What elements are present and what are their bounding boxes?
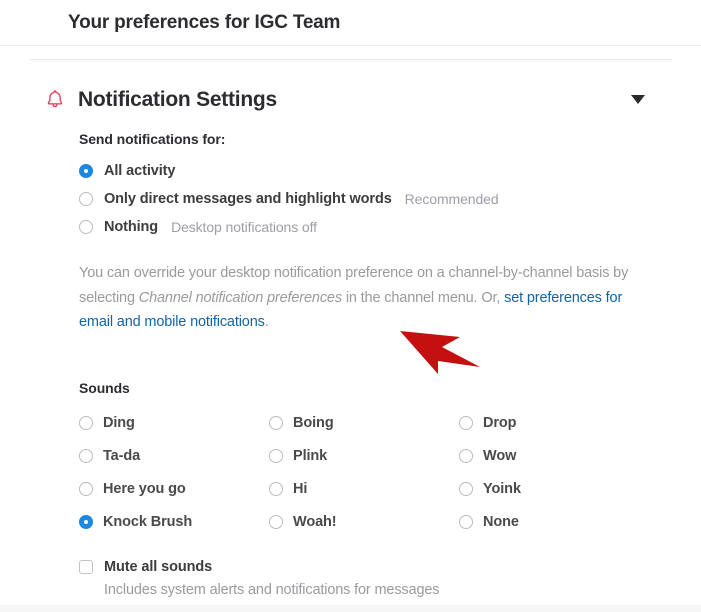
radio-indicator-ta-da[interactable] xyxy=(79,448,93,463)
radio-option-all-activity[interactable]: All activity xyxy=(79,157,681,185)
sound-option-none[interactable]: None xyxy=(459,505,649,538)
radio-indicator-drop[interactable] xyxy=(459,415,473,430)
sound-option-drop[interactable]: Drop xyxy=(459,406,649,439)
radio-indicator-ding[interactable] xyxy=(79,415,93,430)
radio-label-all-activity: All activity xyxy=(104,163,176,179)
notification-options-block: Send notifications for: All activity Onl… xyxy=(79,131,681,349)
radio-label-direct-messages: Only direct messages and highlight words xyxy=(104,191,392,207)
bottom-strip xyxy=(0,605,701,612)
description-part-2: in the channel menu. Or, xyxy=(341,289,505,306)
sound-label-drop: Drop xyxy=(483,414,517,431)
sound-label-boing: Boing xyxy=(293,414,334,431)
chevron-down-icon[interactable] xyxy=(631,94,645,104)
radio-label-nothing: Nothing xyxy=(104,219,159,235)
radio-indicator-none[interactable] xyxy=(459,514,473,529)
send-notifications-label: Send notifications for: xyxy=(79,131,226,147)
radio-indicator-yoink[interactable] xyxy=(459,481,473,496)
radio-hint-nothing: Desktop notifications off xyxy=(171,219,317,235)
sound-label-ta-da: Ta-da xyxy=(103,447,141,464)
sound-label-here-you-go: Here you go xyxy=(103,480,186,497)
radio-indicator-here-you-go[interactable] xyxy=(79,481,93,496)
mute-all-sounds-row[interactable]: Mute all sounds xyxy=(79,558,439,576)
radio-indicator-plink[interactable] xyxy=(269,448,283,463)
override-description: You can override your desktop notificati… xyxy=(79,261,634,335)
sound-option-here-you-go[interactable]: Here you go xyxy=(79,472,269,505)
radio-indicator-knock-brush[interactable] xyxy=(79,514,93,529)
section-divider xyxy=(30,59,672,60)
sound-option-boing[interactable]: Boing xyxy=(269,406,459,439)
sound-option-hi[interactable]: Hi xyxy=(269,472,459,505)
sounds-label: Sounds xyxy=(79,380,130,396)
sound-label-wow: Wow xyxy=(483,447,517,464)
radio-indicator-direct-messages[interactable] xyxy=(79,192,93,206)
sound-option-plink[interactable]: Plink xyxy=(269,439,459,472)
description-italic: Channel notification preferences xyxy=(138,289,342,306)
radio-indicator-nothing[interactable] xyxy=(79,220,93,234)
notification-settings-section-header[interactable]: Notification Settings xyxy=(0,80,701,118)
sound-label-ding: Ding xyxy=(103,414,135,431)
mute-all-sounds-label: Mute all sounds xyxy=(104,559,213,575)
sound-label-hi: Hi xyxy=(293,480,308,497)
section-title: Notification Settings xyxy=(78,87,277,111)
sound-option-knock-brush[interactable]: Knock Brush xyxy=(79,505,269,538)
sound-option-ding[interactable]: Ding xyxy=(79,406,269,439)
page-header: Your preferences for IGC Team xyxy=(0,0,701,46)
sound-option-wow[interactable]: Wow xyxy=(459,439,649,472)
mute-all-sounds-sublabel: Includes system alerts and notifications… xyxy=(104,582,440,598)
radio-indicator-boing[interactable] xyxy=(269,415,283,430)
radio-indicator-all-activity[interactable] xyxy=(79,164,93,178)
sound-label-yoink: Yoink xyxy=(483,480,521,497)
sound-option-ta-da[interactable]: Ta-da xyxy=(79,439,269,472)
mute-all-sounds-checkbox[interactable] xyxy=(79,560,93,574)
sound-label-woah: Woah! xyxy=(293,513,337,530)
mute-all-sounds-block: Mute all sounds Includes system alerts a… xyxy=(79,558,440,599)
radio-hint-direct-messages: Recommended xyxy=(404,191,499,207)
radio-indicator-hi[interactable] xyxy=(269,481,283,496)
sound-label-knock-brush: Knock Brush xyxy=(103,513,193,530)
sound-option-woah[interactable]: Woah! xyxy=(269,505,459,538)
radio-option-nothing[interactable]: Nothing Desktop notifications off xyxy=(79,213,681,241)
bell-icon xyxy=(47,90,63,108)
radio-indicator-woah[interactable] xyxy=(269,514,283,529)
description-part-3: . xyxy=(264,314,269,330)
sounds-block: Sounds Ding Boing Drop Ta-da Plink Wow H… xyxy=(79,380,681,538)
sound-label-plink: Plink xyxy=(293,447,328,464)
radio-indicator-wow[interactable] xyxy=(459,448,473,463)
sound-option-yoink[interactable]: Yoink xyxy=(459,472,649,505)
sounds-grid: Ding Boing Drop Ta-da Plink Wow Here you… xyxy=(79,406,681,538)
page-title: Your preferences for IGC Team xyxy=(68,12,341,33)
sound-label-none: None xyxy=(483,513,519,530)
radio-option-direct-messages[interactable]: Only direct messages and highlight words… xyxy=(79,185,681,213)
